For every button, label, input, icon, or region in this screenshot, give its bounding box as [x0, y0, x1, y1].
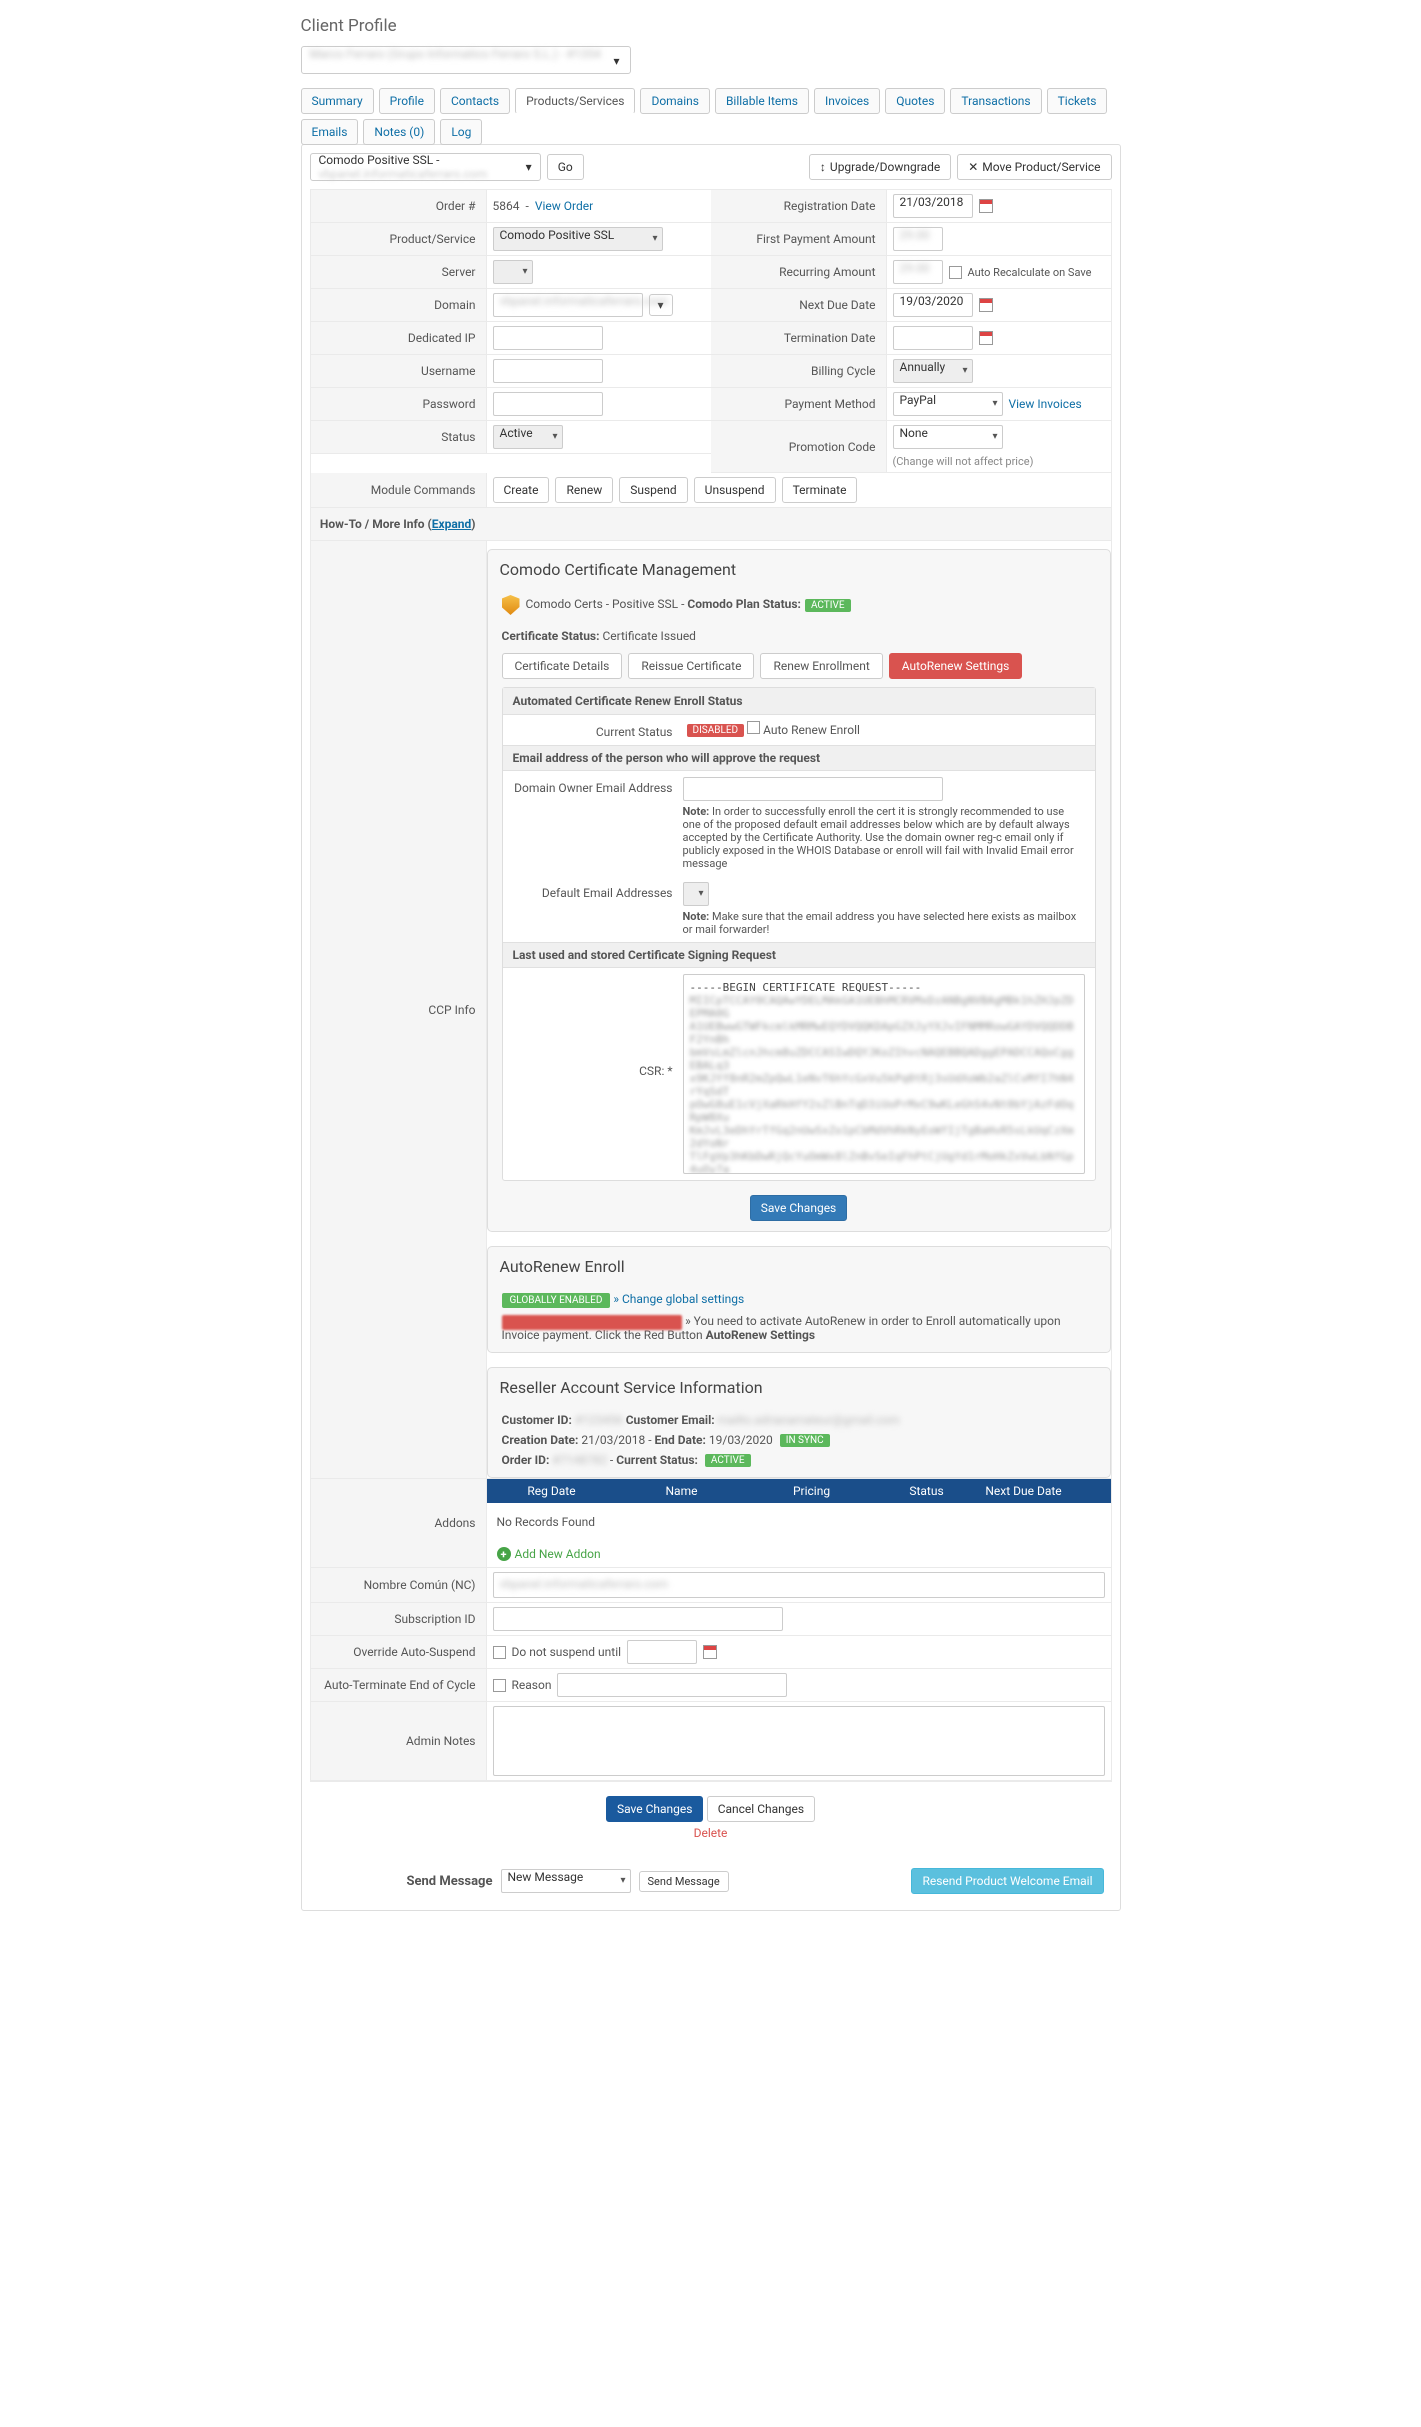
- status-select[interactable]: Active▾: [493, 425, 563, 449]
- due-date-input[interactable]: 19/03/2020: [893, 293, 973, 317]
- terminate-button[interactable]: Terminate: [782, 477, 858, 503]
- unsuspend-button[interactable]: Unsuspend: [694, 477, 776, 503]
- terminate-checkbox[interactable]: [493, 1679, 506, 1692]
- tab-tickets[interactable]: Tickets: [1047, 88, 1108, 114]
- admin-notes-input[interactable]: [493, 1706, 1105, 1776]
- message-select[interactable]: New Message▾: [501, 1869, 631, 1893]
- upgrade-button[interactable]: ↕Upgrade/Downgrade: [809, 154, 951, 180]
- product-select[interactable]: Comodo Positive SSL - vbpanel.informatic…: [310, 153, 541, 181]
- tab-log[interactable]: Log: [440, 119, 482, 145]
- tab-notes-0-[interactable]: Notes (0): [363, 119, 435, 145]
- suspend-date-input[interactable]: [627, 1640, 697, 1664]
- suspend-checkbox[interactable]: [493, 1646, 506, 1659]
- addons-header: Reg Date Name Pricing Status Next Due Da…: [487, 1479, 1111, 1503]
- caret-down-icon: ▾: [526, 160, 532, 174]
- order-label: Order #: [311, 199, 486, 213]
- recurring-input[interactable]: 29.00: [893, 260, 943, 284]
- username-input[interactable]: [493, 359, 603, 383]
- red-badge: DISABLED - AUTORENEW DISABLED: [502, 1315, 683, 1330]
- reg-date-input[interactable]: 21/03/2018: [893, 194, 973, 218]
- product-field[interactable]: Comodo Positive SSL▾: [493, 227, 663, 251]
- cycle-select[interactable]: Annually▾: [893, 359, 973, 383]
- calendar-icon[interactable]: [979, 199, 993, 213]
- disabled-badge: DISABLED: [687, 724, 745, 737]
- subscription-input[interactable]: [493, 1607, 783, 1631]
- shuffle-icon: ✕: [968, 160, 978, 174]
- term-date-input[interactable]: [893, 326, 973, 350]
- global-badge: GLOBALLY ENABLED: [502, 1293, 611, 1308]
- renew-button[interactable]: Renew: [555, 477, 613, 503]
- tab-products-services[interactable]: Products/Services: [515, 88, 635, 114]
- plus-icon: +: [497, 1547, 511, 1561]
- change-global-link[interactable]: » Change global settings: [610, 1292, 744, 1306]
- auto-recalc-checkbox[interactable]: [949, 266, 962, 279]
- subtab-renew-enrollment[interactable]: Renew Enrollment: [760, 653, 882, 679]
- resend-button[interactable]: Resend Product Welcome Email: [911, 1868, 1103, 1894]
- delete-link[interactable]: Delete: [310, 1826, 1112, 1840]
- go-button[interactable]: Go: [547, 154, 584, 180]
- tab-domains[interactable]: Domains: [640, 88, 710, 114]
- auto-renew-checkbox[interactable]: [747, 721, 760, 734]
- cancel-button[interactable]: Cancel Changes: [707, 1796, 815, 1822]
- calendar-icon[interactable]: [703, 1645, 717, 1659]
- tab-quotes[interactable]: Quotes: [885, 88, 945, 114]
- tab-summary[interactable]: Summary: [301, 88, 374, 114]
- page-title: Client Profile: [301, 16, 1121, 36]
- owner-email-input[interactable]: [683, 777, 943, 801]
- add-addon-link[interactable]: +Add New Addon: [487, 1541, 1111, 1567]
- move-button[interactable]: ✕Move Product/Service: [957, 154, 1111, 180]
- password-input[interactable]: [493, 392, 603, 416]
- first-payment-input[interactable]: 29.00: [893, 227, 943, 251]
- tab-contacts[interactable]: Contacts: [440, 88, 510, 114]
- ccp-heading: Comodo Certificate Management: [488, 550, 1110, 585]
- save-changes-button[interactable]: Save Changes: [750, 1195, 848, 1221]
- reason-input[interactable]: [557, 1673, 787, 1697]
- tab-emails[interactable]: Emails: [301, 119, 359, 145]
- calendar-icon[interactable]: [979, 331, 993, 345]
- shield-icon: [502, 595, 520, 615]
- status-badge: ACTIVE: [805, 599, 851, 612]
- domain-input[interactable]: vbpanel.informaticaferraro.com: [493, 293, 643, 317]
- subtab-certificate-details[interactable]: Certificate Details: [502, 653, 623, 679]
- tab-bar: SummaryProfileContactsProducts/ServicesD…: [301, 88, 1121, 145]
- suspend-button[interactable]: Suspend: [619, 477, 687, 503]
- tab-transactions[interactable]: Transactions: [950, 88, 1041, 114]
- tab-profile[interactable]: Profile: [379, 88, 435, 114]
- promo-select[interactable]: None▾: [893, 425, 1003, 449]
- dedicated-ip-input[interactable]: [493, 326, 603, 350]
- upgrade-icon: ↕: [820, 160, 826, 174]
- default-email-select[interactable]: ▾: [683, 882, 709, 906]
- view-order-link[interactable]: View Order: [535, 199, 593, 213]
- nc-input[interactable]: vbpanel.informaticaferraro.com: [493, 1572, 1105, 1598]
- subtab-autorenew-settings[interactable]: AutoRenew Settings: [889, 653, 1023, 679]
- server-select[interactable]: ▾: [493, 260, 533, 284]
- create-button[interactable]: Create: [493, 477, 550, 503]
- client-select[interactable]: Marco Ferraro (Grupo Informatico Ferraro…: [301, 46, 631, 74]
- save-button[interactable]: Save Changes: [606, 1796, 704, 1822]
- calendar-icon[interactable]: [979, 298, 993, 312]
- subtab-reissue-certificate[interactable]: Reissue Certificate: [628, 653, 754, 679]
- caret-down-icon: ▾: [613, 54, 619, 68]
- method-select[interactable]: PayPal▾: [893, 392, 1003, 416]
- tab-billable-items[interactable]: Billable Items: [715, 88, 809, 114]
- tab-invoices[interactable]: Invoices: [814, 88, 880, 114]
- expand-link[interactable]: Expand: [432, 517, 472, 531]
- view-invoices-link[interactable]: View Invoices: [1009, 397, 1082, 411]
- send-message-button[interactable]: Send Message: [639, 1871, 729, 1892]
